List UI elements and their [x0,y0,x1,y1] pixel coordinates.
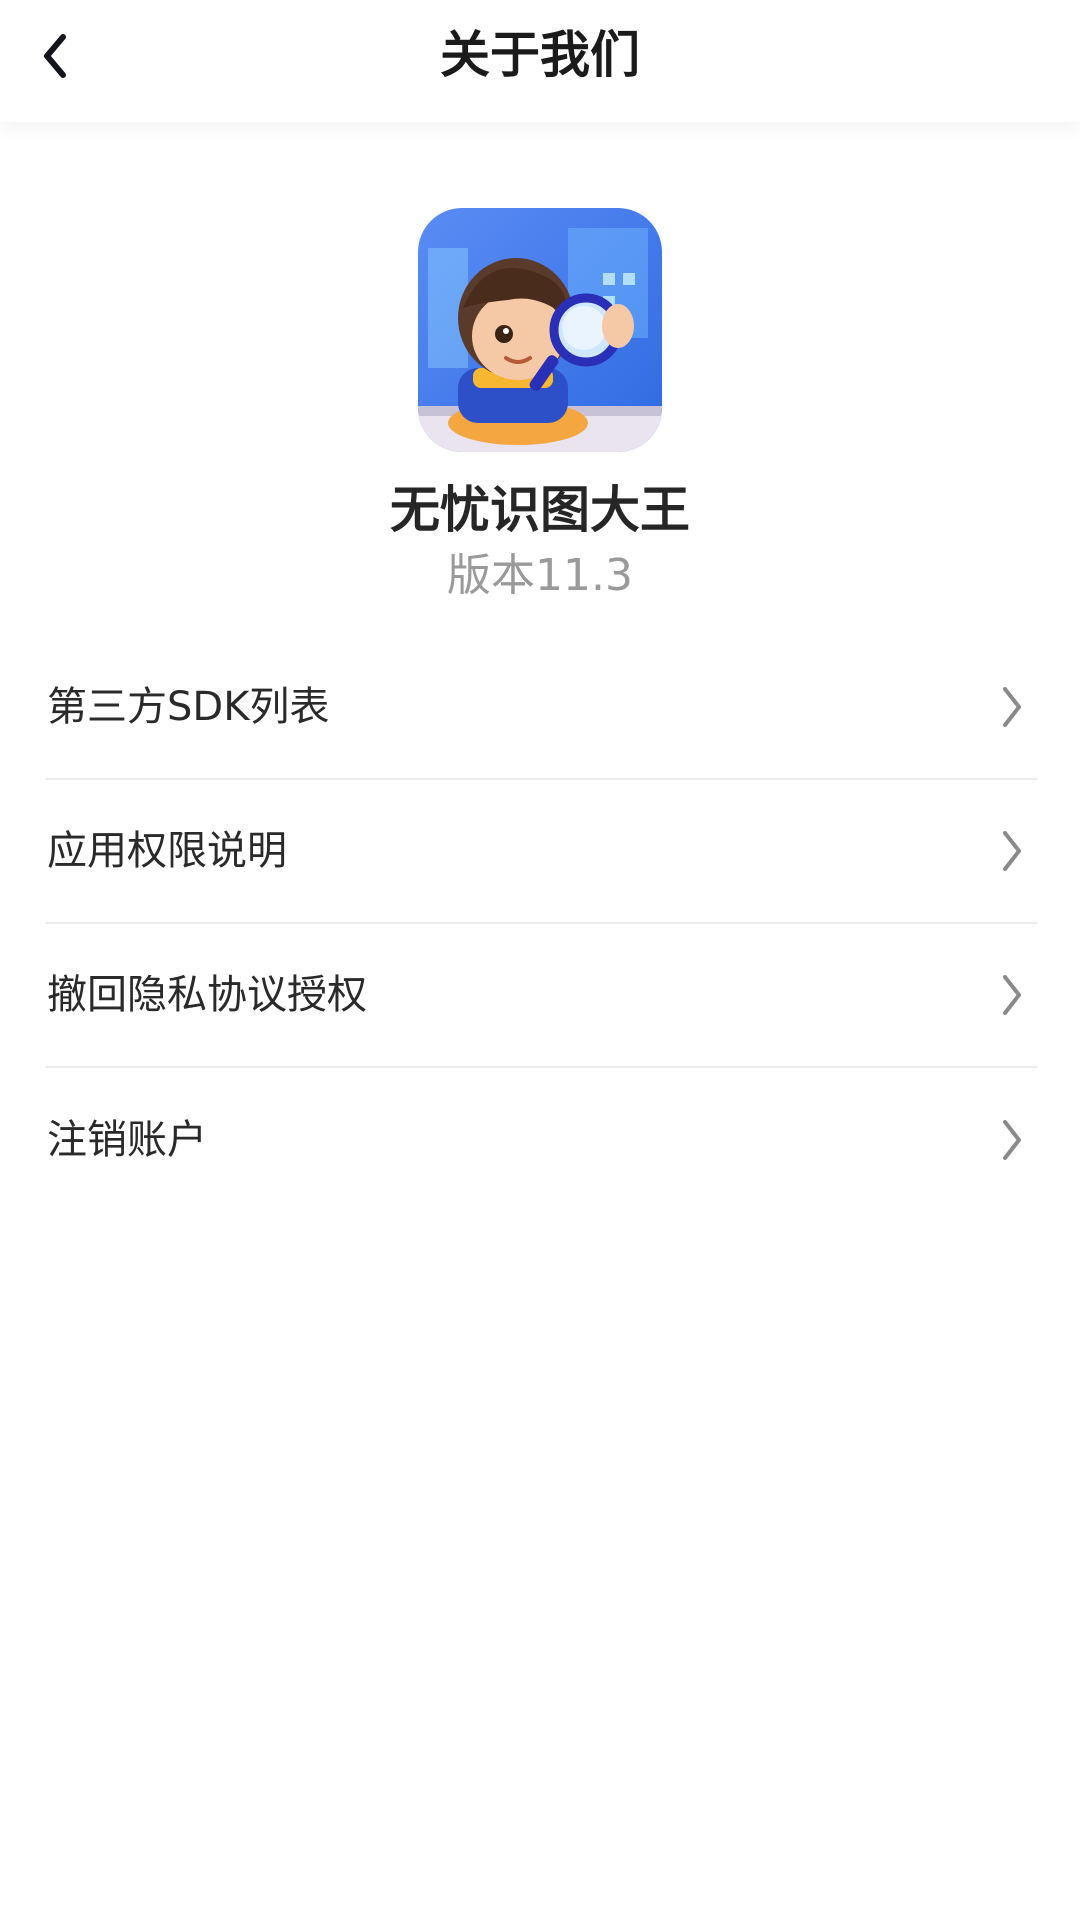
menu-item-label: 应用权限说明 [47,828,287,874]
menu-item-delete-account[interactable]: 注销账户 [45,1068,1037,1212]
app-logo [418,208,662,452]
chevron-right-icon [997,683,1027,731]
menu-item-label: 撤回隐私协议授权 [47,972,367,1018]
chevron-right-icon [997,827,1027,875]
menu-item-label: 注销账户 [47,1117,207,1163]
chevron-right-icon [997,971,1027,1019]
page-title: 关于我们 [440,26,640,84]
menu-item-revoke-privacy-consent[interactable]: 撤回隐私协议授权 [45,924,1037,1068]
menu-item-app-permissions[interactable]: 应用权限说明 [45,780,1037,924]
app-version: 版本11.3 [447,550,633,601]
app-name: 无忧识图大王 [390,481,690,539]
settings-menu: 第三方SDK列表 应用权限说明 撤回隐私协议授权 注销账户 [45,636,1037,1212]
app-info: 无忧识图大王 版本11.3 [0,208,1080,604]
top-bar: 关于我们 [0,0,1080,122]
chevron-right-icon [997,1116,1027,1164]
menu-item-third-party-sdk-list[interactable]: 第三方SDK列表 [45,636,1037,780]
menu-item-label: 第三方SDK列表 [47,684,330,730]
